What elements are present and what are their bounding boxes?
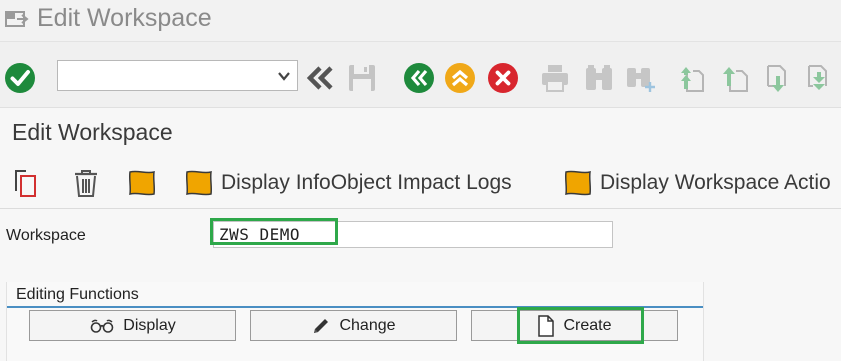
pencil-icon — [314, 318, 329, 333]
last-page-icon — [808, 65, 827, 90]
enter-icon — [5, 63, 35, 93]
back-nav-icon — [306, 66, 333, 90]
object-icon — [185, 170, 213, 196]
last-page-button[interactable] — [802, 61, 836, 95]
display-button[interactable]: Display — [29, 310, 236, 341]
dropdown-icon[interactable] — [277, 69, 291, 83]
find-icon — [586, 65, 612, 90]
screen-title: Edit Workspace — [12, 119, 173, 145]
display-button-label: Display — [123, 316, 176, 334]
display-impact-logs-label: Display InfoObject Impact Logs — [221, 171, 512, 194]
glasses-icon — [90, 319, 114, 333]
window-title: Edit Workspace — [37, 4, 212, 32]
copy-icon — [15, 170, 36, 197]
cancel-icon — [488, 63, 518, 93]
object-icon — [128, 170, 156, 196]
command-input[interactable] — [58, 61, 263, 90]
delete-button[interactable] — [70, 162, 102, 204]
group-title-underline — [7, 306, 703, 308]
create-button-label: Create — [563, 316, 612, 334]
change-button-label: Change — [339, 316, 396, 334]
find-button[interactable] — [582, 61, 616, 95]
enter-button[interactable] — [3, 61, 37, 95]
trash-icon — [75, 170, 97, 197]
copy-button[interactable] — [12, 162, 44, 204]
previous-page-icon — [723, 67, 748, 92]
cancel-button[interactable] — [486, 61, 520, 95]
object-button[interactable] — [126, 162, 158, 204]
save-button[interactable] — [345, 61, 379, 95]
print-button[interactable] — [538, 61, 572, 95]
display-workspace-actions-button[interactable]: Display Workspace Actio — [562, 162, 831, 204]
title-bar: Edit Workspace — [0, 0, 841, 42]
change-button[interactable]: Change — [250, 310, 457, 341]
find-next-icon — [627, 68, 655, 92]
system-toolbar — [0, 42, 841, 108]
workspace-highlight — [210, 218, 338, 245]
toolbar-divider — [0, 208, 841, 209]
display-workspace-actions-label: Display Workspace Actio — [600, 171, 831, 194]
exit-icon — [445, 63, 475, 93]
create-button[interactable]: Create — [471, 310, 678, 341]
first-page-button[interactable] — [676, 61, 710, 95]
print-icon — [542, 65, 568, 92]
next-page-icon — [767, 65, 786, 92]
save-icon — [349, 65, 375, 91]
menu-icon[interactable] — [5, 9, 29, 29]
exit-button[interactable] — [443, 61, 477, 95]
group-title: Editing Functions — [16, 286, 139, 303]
workspace-label: Workspace — [6, 227, 86, 244]
object-icon — [564, 170, 592, 196]
display-impact-logs-button[interactable]: Display InfoObject Impact Logs — [183, 162, 512, 204]
first-page-icon — [681, 67, 704, 92]
back-nav-button[interactable] — [303, 61, 337, 95]
command-field[interactable] — [57, 60, 298, 91]
find-next-button[interactable] — [624, 61, 658, 95]
previous-page-button[interactable] — [719, 61, 753, 95]
document-icon — [538, 314, 555, 337]
next-page-button[interactable] — [761, 61, 795, 95]
back-icon — [404, 63, 434, 93]
back-button[interactable] — [402, 61, 436, 95]
